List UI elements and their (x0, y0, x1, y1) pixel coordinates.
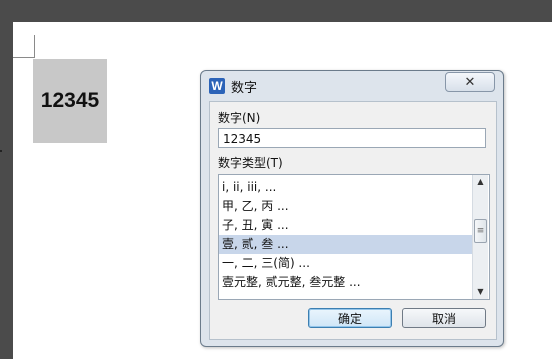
crop-mark-horizontal (13, 57, 35, 58)
number-type-label: 数字类型(T) (218, 156, 283, 170)
scroll-up-button[interactable]: ▲ (473, 175, 488, 189)
list-item[interactable]: 子, 丑, 寅 ... (219, 216, 472, 235)
list-item[interactable]: 壹, 贰, 叁 ... (219, 235, 472, 254)
crop-mark-vertical (34, 35, 35, 58)
list-item[interactable]: i, ii, iii, ... (219, 178, 472, 197)
close-icon: ✕ (464, 74, 476, 90)
ruler-mark (0, 150, 2, 152)
list-item[interactable]: 壹元整, 贰元整, 叁元整 ... (219, 273, 472, 292)
number-text: 12345 (40, 89, 100, 112)
close-button[interactable]: ✕ (445, 72, 495, 92)
number-field-label: 数字(N) (218, 111, 261, 125)
grip-icon: ≡ (476, 226, 485, 236)
wps-writer-icon: W (209, 78, 225, 94)
dialog-titlebar[interactable]: W 数字 ✕ (201, 71, 503, 101)
number-input[interactable]: 12345 (218, 128, 486, 148)
list-item[interactable]: 一, 二, 三(简) ... (219, 254, 472, 273)
scroll-down-button[interactable]: ▼ (473, 285, 488, 299)
selected-number-text[interactable]: 12345 (33, 59, 107, 143)
scroll-up-icon: ▲ (477, 177, 484, 186)
dialog-title: 数字 (231, 81, 258, 96)
dialog-content: 数字(N) 12345 数字类型(T) i, ii, iii, ... 甲, 乙,… (209, 101, 497, 340)
number-type-list[interactable]: i, ii, iii, ... 甲, 乙, 丙 ... 子, 丑, 寅 ... 壹, … (218, 174, 490, 300)
list-scrollbar[interactable]: ▲ ≡ ▼ (472, 175, 488, 299)
number-dialog: W 数字 ✕ 数字(N) 12345 数字类型(T) i, ii, iii, .… (200, 70, 504, 347)
app-toolbar-area (0, 0, 552, 22)
scroll-down-icon: ▼ (477, 287, 484, 296)
scroll-thumb[interactable]: ≡ (474, 219, 487, 243)
list-item[interactable]: 甲, 乙, 丙 ... (219, 197, 472, 216)
ok-button[interactable]: 确定 (308, 308, 392, 328)
app-left-margin (0, 22, 13, 359)
cancel-button[interactable]: 取消 (402, 308, 486, 328)
list-items: i, ii, iii, ... 甲, 乙, 丙 ... 子, 丑, 寅 ... 壹, … (219, 175, 472, 299)
